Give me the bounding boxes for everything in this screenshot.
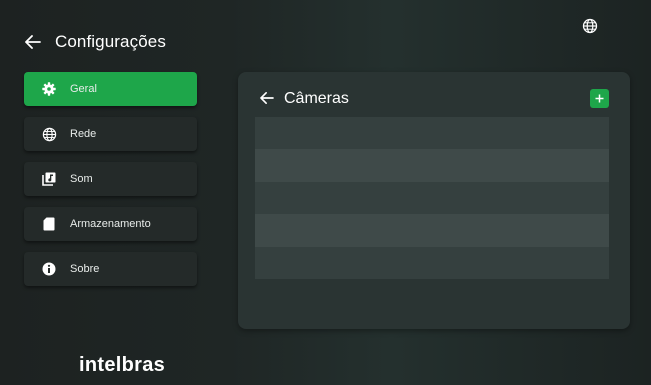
list-item[interactable] <box>255 149 609 182</box>
globe-icon <box>40 125 58 143</box>
language-button[interactable] <box>580 16 600 36</box>
sidebar-item-label: Rede <box>70 128 97 140</box>
back-button[interactable] <box>22 31 44 53</box>
sidebar-item-label: Som <box>70 173 93 185</box>
sidebar-item-rede[interactable]: Rede <box>24 117 197 151</box>
settings-screen: Configurações Geral Rede Som Armazenamen… <box>0 0 651 385</box>
gear-icon <box>40 80 58 98</box>
arrow-left-icon <box>260 92 274 104</box>
sidebar-item-sobre[interactable]: Sobre <box>24 252 197 286</box>
page-title: Configurações <box>55 32 166 51</box>
camera-list <box>255 117 609 279</box>
list-item[interactable] <box>255 246 609 279</box>
sidebar-item-label: Armazenamento <box>70 218 151 230</box>
list-item[interactable] <box>255 181 609 215</box>
sidebar-item-armazenamento[interactable]: Armazenamento <box>24 207 197 241</box>
sidebar-item-geral[interactable]: Geral <box>24 72 197 106</box>
add-camera-button[interactable] <box>590 89 609 108</box>
list-item[interactable] <box>255 214 609 247</box>
globe-icon <box>582 18 598 34</box>
list-item[interactable] <box>255 117 609 150</box>
sidebar-item-som[interactable]: Som <box>24 162 197 196</box>
sidebar-item-label: Geral <box>70 83 97 95</box>
sd-card-icon <box>40 215 58 233</box>
sidebar-item-label: Sobre <box>70 263 100 275</box>
panel-back-button[interactable] <box>258 89 276 107</box>
music-library-icon <box>40 170 58 188</box>
panel-title: Câmeras <box>284 90 349 107</box>
brand-logo: intelbras <box>79 354 166 376</box>
arrow-left-icon <box>25 35 41 49</box>
info-icon <box>40 260 58 278</box>
cameras-panel: Câmeras <box>238 72 630 329</box>
plus-icon <box>595 94 604 103</box>
